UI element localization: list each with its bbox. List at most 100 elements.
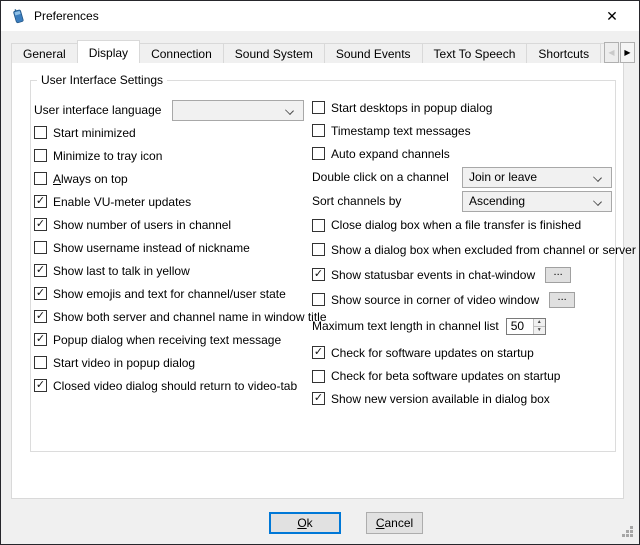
checkbox[interactable]: ✓ <box>312 346 325 359</box>
checkbox-label: Start minimized <box>53 126 136 140</box>
checkbox-beta-updates[interactable]: Check for beta software updates on start… <box>312 365 620 387</box>
checkbox-label: Auto expand channels <box>331 147 450 161</box>
tab-display[interactable]: Display <box>77 40 140 63</box>
chevron-down-icon <box>285 106 294 115</box>
cancel-button[interactable]: Cancel <box>366 512 423 534</box>
checkbox-minimize-to-tray[interactable]: Minimize to tray icon <box>34 144 319 167</box>
checkmark-icon: ✓ <box>36 380 45 391</box>
checkbox[interactable]: ✓ <box>34 379 47 392</box>
tab-label: Connection <box>151 47 212 61</box>
tab-sound-events[interactable]: Sound Events <box>324 43 423 63</box>
checkbox-label: Show source in corner of video window <box>331 293 539 307</box>
double-click-select[interactable]: Join or leave <box>462 167 612 188</box>
checkbox-start-desktops-popup[interactable]: Start desktops in popup dialog <box>312 96 620 119</box>
group-title: User Interface Settings <box>37 73 167 87</box>
spin-up-icon[interactable]: ▲ <box>534 319 545 327</box>
checkbox-statusbar-events[interactable]: ✓ Show statusbar events in chat-window .… <box>312 262 620 287</box>
checkbox-label: Timestamp text messages <box>331 124 471 138</box>
resize-grip[interactable] <box>620 524 634 538</box>
checkbox[interactable]: ✓ <box>312 392 325 405</box>
checkbox-show-username[interactable]: Show username instead of nickname <box>34 236 319 259</box>
preferences-window: Preferences ✕ General Display Connection… <box>0 0 640 545</box>
checkbox-label: Check for software updates on startup <box>331 346 534 360</box>
checkbox-label: Show both server and channel name in win… <box>53 310 327 324</box>
checkbox[interactable] <box>312 243 325 256</box>
tab-label: Sound System <box>235 47 313 61</box>
checkbox[interactable]: ✓ <box>34 218 47 231</box>
checkbox[interactable] <box>34 356 47 369</box>
checkbox[interactable]: ✓ <box>34 264 47 277</box>
window-title: Preferences <box>34 9 99 23</box>
tab-label: Sound Events <box>336 47 411 61</box>
checkbox[interactable] <box>312 293 325 306</box>
cancel-button-label: Cancel <box>376 516 413 530</box>
tab-sound-system[interactable]: Sound System <box>223 43 325 63</box>
checkmark-icon: ✓ <box>36 311 45 322</box>
checkbox-server-channel-title[interactable]: ✓ Show both server and channel name in w… <box>34 305 319 328</box>
checkbox-label: Show last to talk in yellow <box>53 264 190 278</box>
max-text-length-spinbox[interactable]: 50 ▲ ▼ <box>506 318 546 335</box>
checkbox-enable-vu-meter[interactable]: ✓ Enable VU-meter updates <box>34 190 319 213</box>
checkbox-popup-text-message[interactable]: ✓ Popup dialog when receiving text messa… <box>34 328 319 351</box>
checkbox[interactable]: ✓ <box>34 310 47 323</box>
checkbox-label: Closed video dialog should return to vid… <box>53 379 297 393</box>
video-source-more-button[interactable]: ... <box>549 292 575 308</box>
checkbox-timestamp-messages[interactable]: Timestamp text messages <box>312 119 620 142</box>
tab-connection[interactable]: Connection <box>139 43 224 63</box>
tab-text-to-speech[interactable]: Text To Speech <box>422 43 528 63</box>
checkbox-close-filetransfer-dialog[interactable]: Close dialog box when a file transfer is… <box>312 213 620 237</box>
tab-label: Display <box>89 46 128 60</box>
spinbox-value: 50 <box>507 319 533 334</box>
checkbox-auto-expand-channels[interactable]: Auto expand channels <box>312 142 620 165</box>
checkbox-show-emojis[interactable]: ✓ Show emojis and text for channel/user … <box>34 282 319 305</box>
checkbox[interactable] <box>312 101 325 114</box>
language-select[interactable] <box>172 100 304 121</box>
checkbox-always-on-top[interactable]: Always on top <box>34 167 319 190</box>
tab-scroll-left-icon: ◀ <box>604 42 619 63</box>
spin-down-icon[interactable]: ▼ <box>534 327 545 334</box>
checkbox[interactable] <box>312 219 325 232</box>
checkbox-label: Popup dialog when receiving text message <box>53 333 281 347</box>
checkbox-label: Show emojis and text for channel/user st… <box>53 287 286 301</box>
tab-bar: General Display Connection Sound System … <box>11 39 605 63</box>
ok-button[interactable]: Ok <box>269 512 341 534</box>
tab-label: Shortcuts <box>538 47 589 61</box>
checkbox[interactable] <box>312 147 325 160</box>
checkbox-show-last-talk[interactable]: ✓ Show last to talk in yellow <box>34 259 319 282</box>
checkbox-start-minimized[interactable]: Start minimized <box>34 121 319 144</box>
titlebar[interactable]: Preferences ✕ <box>1 1 639 31</box>
checkbox[interactable] <box>34 172 47 185</box>
checkbox-show-user-count[interactable]: ✓ Show number of users in channel <box>34 213 319 236</box>
tab-general[interactable]: General <box>11 43 78 63</box>
checkbox-video-source-corner[interactable]: Show source in corner of video window ..… <box>312 287 620 312</box>
checkbox[interactable] <box>312 124 325 137</box>
checkbox[interactable] <box>312 370 325 383</box>
checkbox-label: Start desktops in popup dialog <box>331 101 492 115</box>
checkmark-icon: ✓ <box>314 269 323 280</box>
checkbox-label: Minimize to tray icon <box>53 149 162 163</box>
checkbox[interactable]: ✓ <box>34 287 47 300</box>
right-column: Start desktops in popup dialog Timestamp… <box>312 96 620 410</box>
checkbox[interactable] <box>34 241 47 254</box>
tab-scroll-right-icon[interactable]: ▶ <box>620 42 635 63</box>
checkbox[interactable]: ✓ <box>312 268 325 281</box>
tab-shortcuts[interactable]: Shortcuts <box>526 43 601 63</box>
checkbox-start-video-popup[interactable]: Start video in popup dialog <box>34 351 319 374</box>
checkbox-closed-video-return[interactable]: ✓ Closed video dialog should return to v… <box>34 374 319 397</box>
checkbox-label: Enable VU-meter updates <box>53 195 191 209</box>
checkbox[interactable] <box>34 149 47 162</box>
close-button[interactable]: ✕ <box>591 1 633 31</box>
checkbox-software-updates[interactable]: ✓ Check for software updates on startup <box>312 340 620 365</box>
statusbar-events-more-button[interactable]: ... <box>545 267 571 283</box>
checkbox-excluded-dialog[interactable]: Show a dialog box when excluded from cha… <box>312 237 620 262</box>
checkbox-new-version-dialog[interactable]: ✓ Show new version available in dialog b… <box>312 387 620 410</box>
checkmark-icon: ✓ <box>36 196 45 207</box>
left-column: User interface language Start minimized … <box>34 99 319 397</box>
checkbox[interactable] <box>34 126 47 139</box>
max-text-length-row: Maximum text length in channel list 50 ▲… <box>312 312 620 340</box>
double-click-label: Double click on a channel <box>312 170 449 184</box>
checkbox[interactable]: ✓ <box>34 195 47 208</box>
max-text-length-label: Maximum text length in channel list <box>312 319 499 333</box>
sort-channels-select[interactable]: Ascending <box>462 191 612 212</box>
checkbox[interactable]: ✓ <box>34 333 47 346</box>
